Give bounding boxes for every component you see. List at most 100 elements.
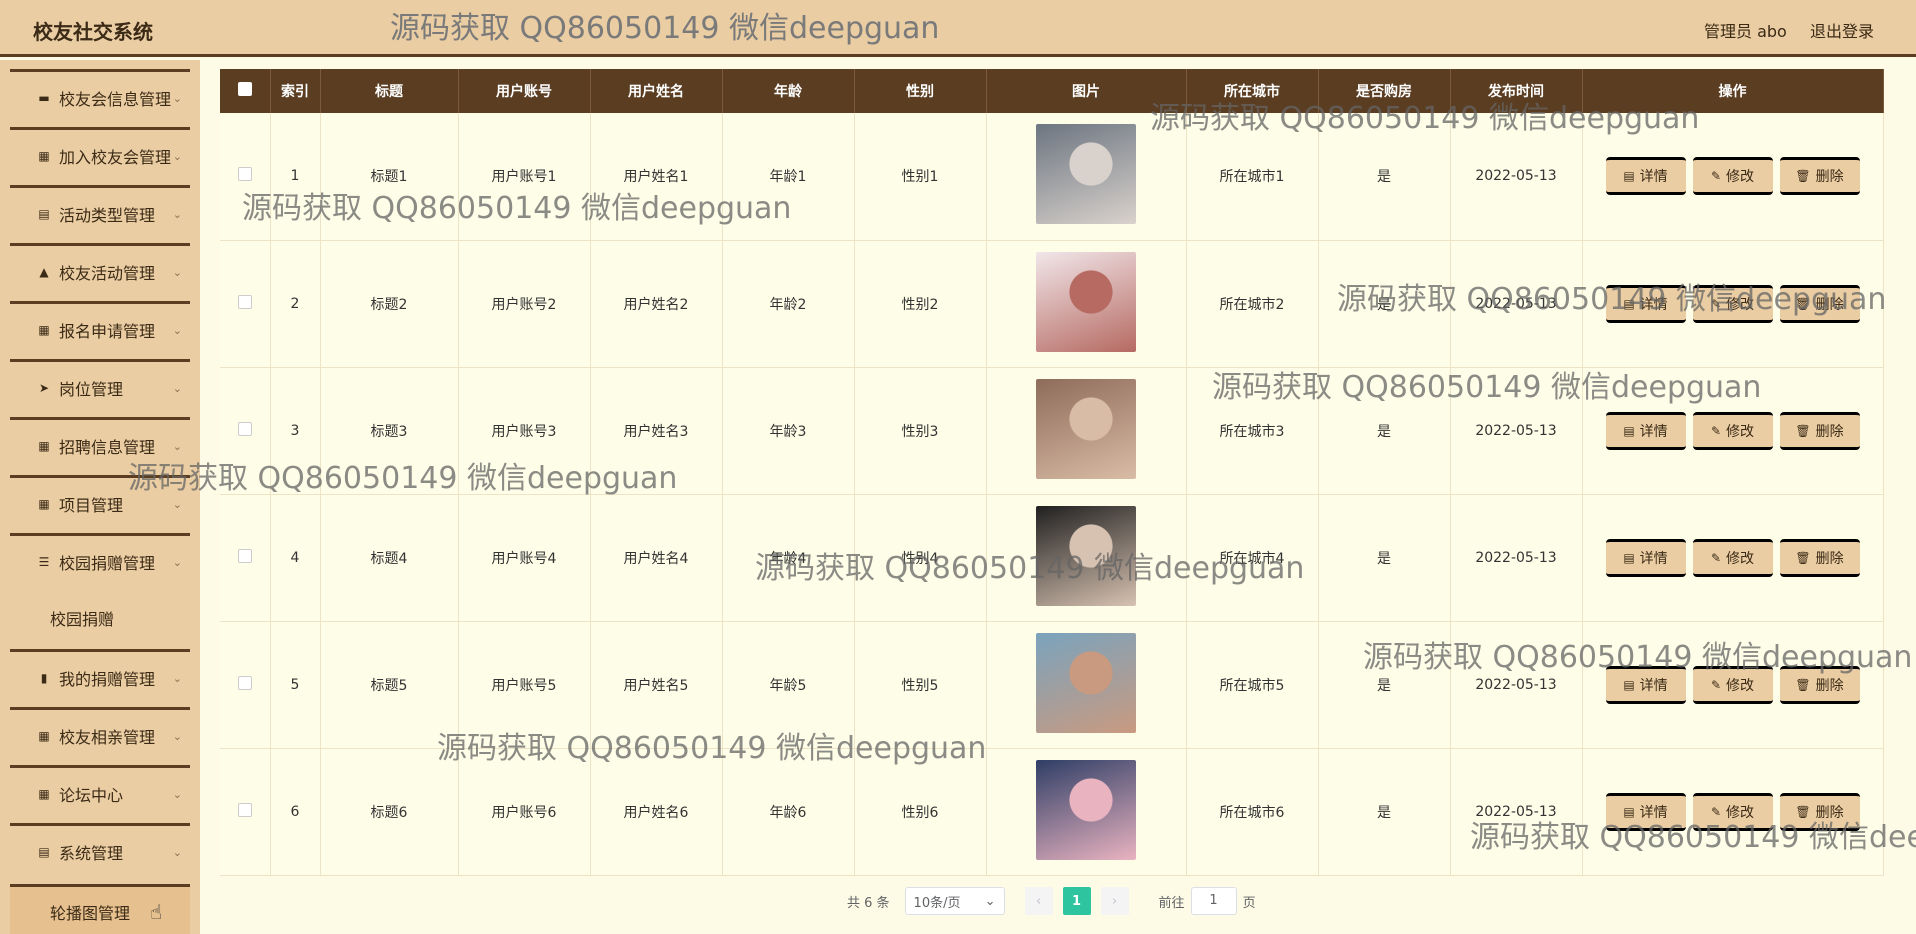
detail-button[interactable]: ▤ 详情 bbox=[1605, 284, 1686, 323]
page-size-select[interactable]: 10条/页 ⌄ bbox=[904, 887, 1005, 915]
cell-house: 是 bbox=[1318, 367, 1451, 495]
column-header: 发布时间 bbox=[1450, 69, 1583, 113]
cell-photo bbox=[986, 367, 1187, 495]
trash-icon: 🗑 bbox=[1795, 677, 1811, 692]
cell-gender: 性别3 bbox=[854, 367, 987, 495]
cell-account: 用户账号3 bbox=[458, 367, 591, 495]
detail-label: 详情 bbox=[1639, 169, 1668, 186]
sidebar-item[interactable]: ▦ 报名申请管理 ⌄ bbox=[10, 301, 190, 356]
sidebar-subitem[interactable]: 校园捐赠 bbox=[10, 592, 190, 644]
trash-icon: 🗑 bbox=[1795, 296, 1811, 311]
row-checkbox[interactable] bbox=[237, 167, 252, 182]
chevron-down-icon: ⌄ bbox=[172, 730, 182, 743]
detail-button[interactable]: ▤ 详情 bbox=[1605, 411, 1686, 450]
goto-prefix: 前往 bbox=[1158, 895, 1185, 911]
user-photo bbox=[1036, 505, 1136, 606]
edit-label: 修改 bbox=[1726, 677, 1755, 694]
detail-label: 详情 bbox=[1639, 804, 1668, 821]
row-checkbox[interactable] bbox=[237, 675, 252, 690]
chevron-down-icon: ⌄ bbox=[172, 846, 182, 859]
cell-house: 是 bbox=[1318, 240, 1451, 368]
watermark-text: 源码获取 QQ86050149 微信deepguan bbox=[390, 11, 940, 46]
row-select-cell bbox=[220, 113, 271, 241]
sidebar-item[interactable]: ▬ 校友会信息管理 ⌄ bbox=[10, 69, 190, 124]
row-select-cell bbox=[220, 748, 271, 876]
sidebar-item[interactable]: ▦ 校友相亲管理 ⌄ bbox=[10, 707, 190, 762]
detail-button[interactable]: ▤ 详情 bbox=[1605, 665, 1686, 704]
column-header: 是否购房 bbox=[1318, 69, 1451, 113]
cell-actions: ▤ 详情 ✎ 修改 🗑 删除 bbox=[1582, 113, 1884, 241]
row-checkbox[interactable] bbox=[237, 294, 252, 309]
detail-button[interactable]: ▤ 详情 bbox=[1605, 538, 1686, 577]
grid-icon: ▦ bbox=[38, 787, 50, 801]
logout-button[interactable]: 退出登录 bbox=[1810, 18, 1874, 42]
next-page-button[interactable]: › bbox=[1100, 887, 1129, 915]
sidebar-item[interactable]: ▦ 加入校友会管理 ⌄ bbox=[10, 127, 190, 182]
document-icon: ▤ bbox=[1623, 423, 1635, 438]
cell-city: 所在城市5 bbox=[1186, 621, 1319, 749]
edit-button[interactable]: ✎ 修改 bbox=[1692, 792, 1773, 831]
cell-name: 用户姓名2 bbox=[590, 240, 723, 368]
edit-button[interactable]: ✎ 修改 bbox=[1692, 411, 1773, 450]
delete-button[interactable]: 🗑 删除 bbox=[1779, 284, 1860, 323]
delete-button[interactable]: 🗑 删除 bbox=[1779, 665, 1860, 704]
cell-name: 用户姓名1 bbox=[590, 113, 723, 241]
cell-age: 年龄3 bbox=[722, 367, 855, 495]
grid-icon: ▦ bbox=[38, 323, 50, 337]
detail-button[interactable]: ▤ 详情 bbox=[1605, 792, 1686, 831]
page-number-active[interactable]: 1 bbox=[1062, 887, 1091, 915]
sidebar-item[interactable]: ▦ 招聘信息管理 ⌄ bbox=[10, 417, 190, 472]
cell-name: 用户姓名4 bbox=[590, 494, 723, 622]
user-photo bbox=[1036, 632, 1136, 733]
column-header: 标题 bbox=[320, 69, 459, 113]
sidebar-item[interactable]: ▦ 项目管理 ⌄ bbox=[10, 475, 190, 530]
delete-button[interactable]: 🗑 删除 bbox=[1779, 411, 1860, 450]
cell-index: 3 bbox=[270, 367, 321, 495]
goto-page-input[interactable]: 1 bbox=[1190, 887, 1237, 915]
user-photo bbox=[1036, 124, 1136, 225]
sidebar-subitem[interactable]: 轮播图管理 bbox=[10, 884, 190, 934]
delete-button[interactable]: 🗑 删除 bbox=[1779, 157, 1860, 196]
row-select-cell bbox=[220, 621, 271, 749]
sidebar-item[interactable]: ▦ 论坛中心 ⌄ bbox=[10, 765, 190, 820]
cell-age: 年龄6 bbox=[722, 748, 855, 876]
column-header: 操作 bbox=[1582, 69, 1884, 113]
sidebar-item[interactable]: ➤ 岗位管理 ⌄ bbox=[10, 359, 190, 414]
sidebar-item[interactable]: ▤ 系统管理 ⌄ bbox=[10, 823, 190, 878]
delete-button[interactable]: 🗑 删除 bbox=[1779, 538, 1860, 577]
pencil-icon: ✎ bbox=[1710, 423, 1722, 438]
edit-button[interactable]: ✎ 修改 bbox=[1692, 665, 1773, 704]
cell-gender: 性别4 bbox=[854, 494, 987, 622]
cell-date: 2022-05-13 bbox=[1450, 113, 1583, 241]
cell-gender: 性别5 bbox=[854, 621, 987, 749]
sidebar-item[interactable]: ▲ 校友活动管理 ⌄ bbox=[10, 243, 190, 298]
edit-button[interactable]: ✎ 修改 bbox=[1692, 157, 1773, 196]
row-select-cell bbox=[220, 240, 271, 368]
row-checkbox[interactable] bbox=[237, 421, 252, 436]
sidebar-item[interactable]: ▮ 我的捐赠管理 ⌄ bbox=[10, 649, 190, 704]
prev-page-button[interactable]: ‹ bbox=[1024, 887, 1053, 915]
cell-gender: 性别2 bbox=[854, 240, 987, 368]
detail-button[interactable]: ▤ 详情 bbox=[1605, 157, 1686, 196]
goto-page: 前往 1 页 bbox=[1159, 887, 1256, 915]
sidebar-item-label: 校友会信息管理 bbox=[59, 90, 172, 109]
select-all-checkbox[interactable] bbox=[237, 82, 252, 96]
data-table-container: 索引 标题 用户账号 用户姓名 年龄 性别 图片 所在城市 是否购房 发布时间 … bbox=[220, 69, 1884, 876]
column-header: 图片 bbox=[986, 69, 1187, 113]
chevron-down-icon: ⌄ bbox=[172, 556, 182, 569]
sidebar-item-label: 招聘信息管理 bbox=[59, 438, 156, 457]
sidebar-item[interactable]: ▤ 活动类型管理 ⌄ bbox=[10, 185, 190, 240]
cell-name: 用户姓名3 bbox=[590, 367, 723, 495]
sidebar-item[interactable]: ☰ 校园捐赠管理 ⌄ bbox=[10, 533, 190, 588]
edit-button[interactable]: ✎ 修改 bbox=[1692, 284, 1773, 323]
goto-suffix: 页 bbox=[1242, 895, 1256, 911]
pencil-icon: ✎ bbox=[1710, 550, 1722, 565]
row-checkbox[interactable] bbox=[237, 802, 252, 817]
cell-account: 用户账号4 bbox=[458, 494, 591, 622]
edit-button[interactable]: ✎ 修改 bbox=[1692, 538, 1773, 577]
delete-button[interactable]: 🗑 删除 bbox=[1779, 792, 1860, 831]
cell-house: 是 bbox=[1318, 748, 1451, 876]
cell-house: 是 bbox=[1318, 113, 1451, 241]
cell-title: 标题6 bbox=[320, 748, 459, 876]
row-checkbox[interactable] bbox=[237, 548, 252, 563]
